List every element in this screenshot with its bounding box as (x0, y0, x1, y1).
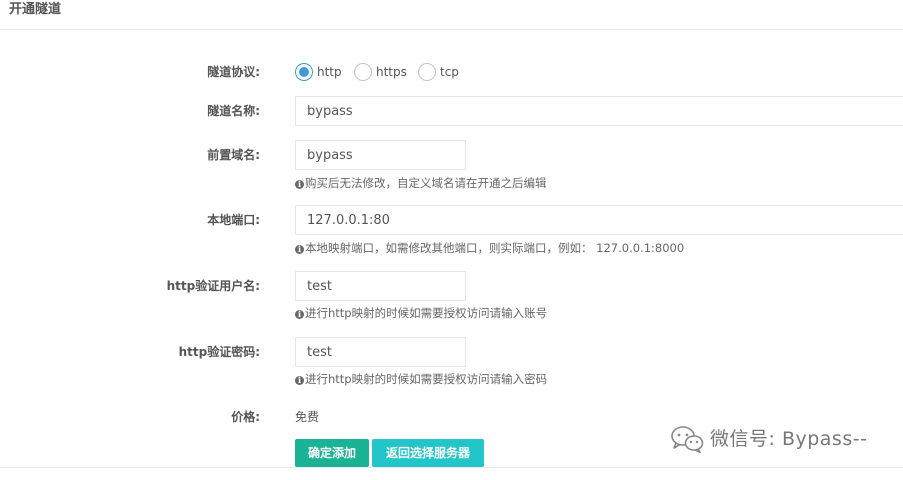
help-text: 购买后无法修改，自定义域名请在开通之后编辑 (305, 176, 547, 190)
help-text: 本地映射端口，如需修改其他端口，则实际端口，例如： 127.0.0.1:8000 (305, 241, 685, 255)
info-icon: i (295, 180, 304, 189)
local-port-label: 本地端口: (207, 213, 260, 227)
panel-header: 开通隧道 (0, 0, 903, 30)
prefix-domain-label: 前置域名: (207, 148, 260, 162)
local-port-help: i 本地映射端口，如需修改其他端口，则实际端口，例如： 127.0.0.1:800… (295, 241, 684, 255)
info-icon: i (295, 310, 304, 319)
prefix-domain-help: i 购买后无法修改，自定义域名请在开通之后编辑 (295, 176, 547, 190)
http-password-help: i 进行http映射的时候如需要授权访问请输入密码 (295, 372, 547, 386)
confirm-add-button[interactable]: 确定添加 (295, 439, 369, 467)
radio-unchecked-icon[interactable] (354, 63, 372, 81)
http-user-help: i 进行http映射的时候如需要授权访问请输入账号 (295, 306, 547, 320)
protocol-option-label: http (317, 65, 342, 79)
price-value: 免费 (295, 410, 320, 424)
tunnel-name-label: 隧道名称: (207, 104, 260, 118)
help-text: 进行http映射的时候如需要授权访问请输入账号 (305, 306, 548, 320)
divider (0, 467, 903, 468)
protocol-label: 隧道协议: (207, 65, 260, 79)
http-password-label: http验证密码: (178, 345, 260, 359)
http-user-label: http验证用户名: (166, 279, 260, 293)
back-select-server-button[interactable]: 返回选择服务器 (372, 439, 484, 467)
http-user-input[interactable] (295, 271, 466, 301)
help-text: 进行http映射的时候如需要授权访问请输入密码 (305, 372, 548, 386)
price-label: 价格: (231, 410, 260, 424)
page-title: 开通隧道 (9, 2, 62, 17)
tunnel-name-input[interactable] (295, 96, 903, 126)
wechat-icon (671, 426, 704, 453)
radio-checked-icon[interactable] (295, 63, 313, 81)
watermark-text: 微信号: Bypass-- (710, 428, 868, 450)
protocol-option-label: https (376, 65, 407, 79)
info-icon: i (295, 245, 304, 254)
local-port-input[interactable] (295, 205, 903, 235)
info-icon: i (295, 376, 304, 385)
http-password-input[interactable] (295, 337, 466, 367)
prefix-domain-input[interactable] (295, 140, 466, 170)
protocol-option-label: tcp (440, 65, 459, 79)
radio-unchecked-icon[interactable] (418, 63, 436, 81)
